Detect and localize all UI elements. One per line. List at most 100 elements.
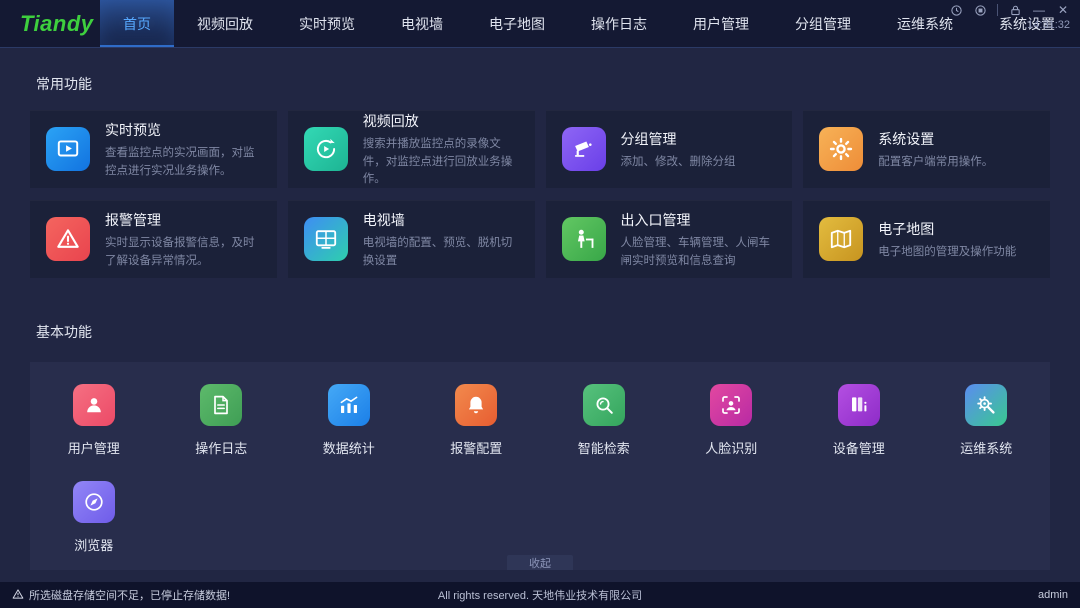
app-face-recognition[interactable]: 人脸识别 — [668, 384, 796, 457]
tab-tv-wall[interactable]: 电视墙 — [378, 0, 466, 47]
face-icon-tile — [710, 384, 752, 426]
card-video-playback[interactable]: 视频回放 搜索并播放监控点的录像文件，对监控点进行回放业务操作。 — [288, 110, 535, 188]
card-title: 分组管理 — [621, 129, 736, 149]
status-bar: 所选磁盘存储空间不足，已停止存储数据! All rights reserved.… — [0, 582, 1080, 608]
common-functions-title: 常用功能 — [36, 74, 1050, 94]
card-description: 添加、修改、删除分组 — [621, 154, 736, 172]
bar-chart-icon — [337, 393, 361, 417]
clock-icon[interactable] — [949, 3, 963, 17]
app-label: 运维系统 — [960, 438, 1012, 457]
card-title: 报警管理 — [105, 210, 261, 230]
system-time: 14:31:32 — [1027, 19, 1070, 31]
app-ops-system[interactable]: 运维系统 — [923, 384, 1051, 457]
card-title: 视频回放 — [363, 111, 519, 131]
app-alarm-config[interactable]: 报警配置 — [413, 384, 541, 457]
app-label: 设备管理 — [833, 438, 885, 457]
storage-warning-text: 所选磁盘存储空间不足，已停止存储数据! — [29, 587, 230, 603]
card-description: 人脸管理、车辆管理、人闸车闸实时预览和信息查询 — [621, 235, 777, 271]
record-icon[interactable] — [973, 3, 987, 17]
playback-icon-tile — [304, 127, 348, 171]
devices-icon — [847, 393, 871, 417]
gate-icon-tile — [562, 217, 606, 261]
user-icon — [82, 393, 106, 417]
warning-icon — [12, 588, 24, 603]
app-browser[interactable]: 浏览器 — [30, 481, 158, 554]
tab-group-management[interactable]: 分组管理 — [772, 0, 874, 47]
live-preview-icon — [55, 136, 81, 162]
app-smart-search[interactable]: 智能检索 — [540, 384, 668, 457]
close-icon[interactable]: ✕ — [1056, 3, 1070, 17]
tv-wall-icon-tile — [304, 217, 348, 261]
tab-label: 操作日志 — [591, 14, 647, 34]
card-title: 实时预览 — [105, 120, 261, 140]
document-icon — [209, 393, 233, 417]
magnifier-icon — [592, 393, 616, 417]
app-data-statistics[interactable]: 数据统计 — [285, 384, 413, 457]
card-entrance-management[interactable]: 出入口管理 人脸管理、车辆管理、人闸车闸实时预览和信息查询 — [546, 200, 793, 278]
app-label: 用户管理 — [68, 438, 120, 457]
tab-user-management[interactable]: 用户管理 — [670, 0, 772, 47]
copyright-text: All rights reserved. 天地伟业技术有限公司 — [438, 587, 642, 603]
collapse-button[interactable]: 收起 — [507, 555, 573, 570]
map-icon-tile — [819, 217, 863, 261]
gear-icon — [828, 136, 854, 162]
wrench-gear-icon-tile — [965, 384, 1007, 426]
compass-icon — [82, 490, 106, 514]
document-icon-tile — [200, 384, 242, 426]
divider — [997, 4, 998, 16]
tab-label: 实时预览 — [299, 14, 355, 34]
user-icon-tile — [73, 384, 115, 426]
devices-icon-tile — [838, 384, 880, 426]
tab-label: 电视墙 — [401, 14, 443, 34]
minimize-icon[interactable]: — — [1032, 3, 1046, 17]
window-controls: — ✕ 14:31:32 — [949, 3, 1070, 31]
common-function-cards: 实时预览 查看监控点的实况画面，对监控点进行实况业务操作。 视频回放 搜索并播放… — [30, 110, 1050, 278]
card-e-map[interactable]: 电子地图 电子地图的管理及操作功能 — [803, 200, 1050, 278]
compass-icon-tile — [73, 481, 115, 523]
card-description: 电视墙的配置、预览、脱机切换设置 — [363, 235, 519, 271]
card-tv-wall[interactable]: 电视墙 电视墙的配置、预览、脱机切换设置 — [288, 200, 535, 278]
app-label: 操作日志 — [195, 438, 247, 457]
basic-functions-panel: 用户管理 操作日志 数据统计 报警配置 智能检索 人脸识别 设备管理 运维系统 … — [30, 362, 1050, 570]
tab-label: 分组管理 — [795, 14, 851, 34]
card-title: 系统设置 — [878, 129, 993, 149]
wrench-gear-icon — [974, 393, 998, 417]
basic-functions-title: 基本功能 — [36, 322, 1050, 342]
app-device-management[interactable]: 设备管理 — [795, 384, 923, 457]
bar-chart-icon-tile — [328, 384, 370, 426]
app-label: 智能检索 — [578, 438, 630, 457]
app-label: 人脸识别 — [705, 438, 757, 457]
card-title: 出入口管理 — [621, 210, 777, 230]
card-title: 电子地图 — [878, 219, 1016, 239]
tab-video-playback[interactable]: 视频回放 — [174, 0, 276, 47]
tab-label: 电子地图 — [489, 14, 545, 34]
tab-label: 视频回放 — [197, 14, 253, 34]
app-label: 数据统计 — [323, 438, 375, 457]
top-bar: Tiandy 首页 视频回放 实时预览 电视墙 电子地图 操作日志 用户管理 分… — [0, 0, 1080, 48]
tab-home[interactable]: 首页 — [100, 0, 174, 47]
tab-live-preview[interactable]: 实时预览 — [276, 0, 378, 47]
tab-operation-log[interactable]: 操作日志 — [568, 0, 670, 47]
card-system-settings[interactable]: 系统设置 配置客户端常用操作。 — [803, 110, 1050, 188]
app-operation-log[interactable]: 操作日志 — [158, 384, 286, 457]
tab-label: 首页 — [123, 14, 151, 34]
live-preview-icon-tile — [46, 127, 90, 171]
current-user: admin — [1038, 589, 1068, 601]
playback-icon — [313, 136, 339, 162]
card-alarm-management[interactable]: 报警管理 实时显示设备报警信息，及时了解设备异常情况。 — [30, 200, 277, 278]
card-description: 配置客户端常用操作。 — [878, 154, 993, 172]
lock-icon[interactable] — [1008, 3, 1022, 17]
card-live-preview[interactable]: 实时预览 查看监控点的实况画面，对监控点进行实况业务操作。 — [30, 110, 277, 188]
card-group-management[interactable]: 分组管理 添加、修改、删除分组 — [546, 110, 793, 188]
app-label: 浏览器 — [74, 535, 113, 554]
app-label: 报警配置 — [450, 438, 502, 457]
gate-icon — [571, 226, 597, 252]
card-description: 电子地图的管理及操作功能 — [878, 244, 1016, 262]
card-description: 实时显示设备报警信息，及时了解设备异常情况。 — [105, 235, 261, 271]
map-icon — [828, 226, 854, 252]
card-description: 搜索并播放监控点的录像文件，对监控点进行回放业务操作。 — [363, 136, 519, 189]
app-user-management[interactable]: 用户管理 — [30, 384, 158, 457]
camera-icon-tile — [562, 127, 606, 171]
tab-label: 运维系统 — [897, 14, 953, 34]
tab-e-map[interactable]: 电子地图 — [466, 0, 568, 47]
